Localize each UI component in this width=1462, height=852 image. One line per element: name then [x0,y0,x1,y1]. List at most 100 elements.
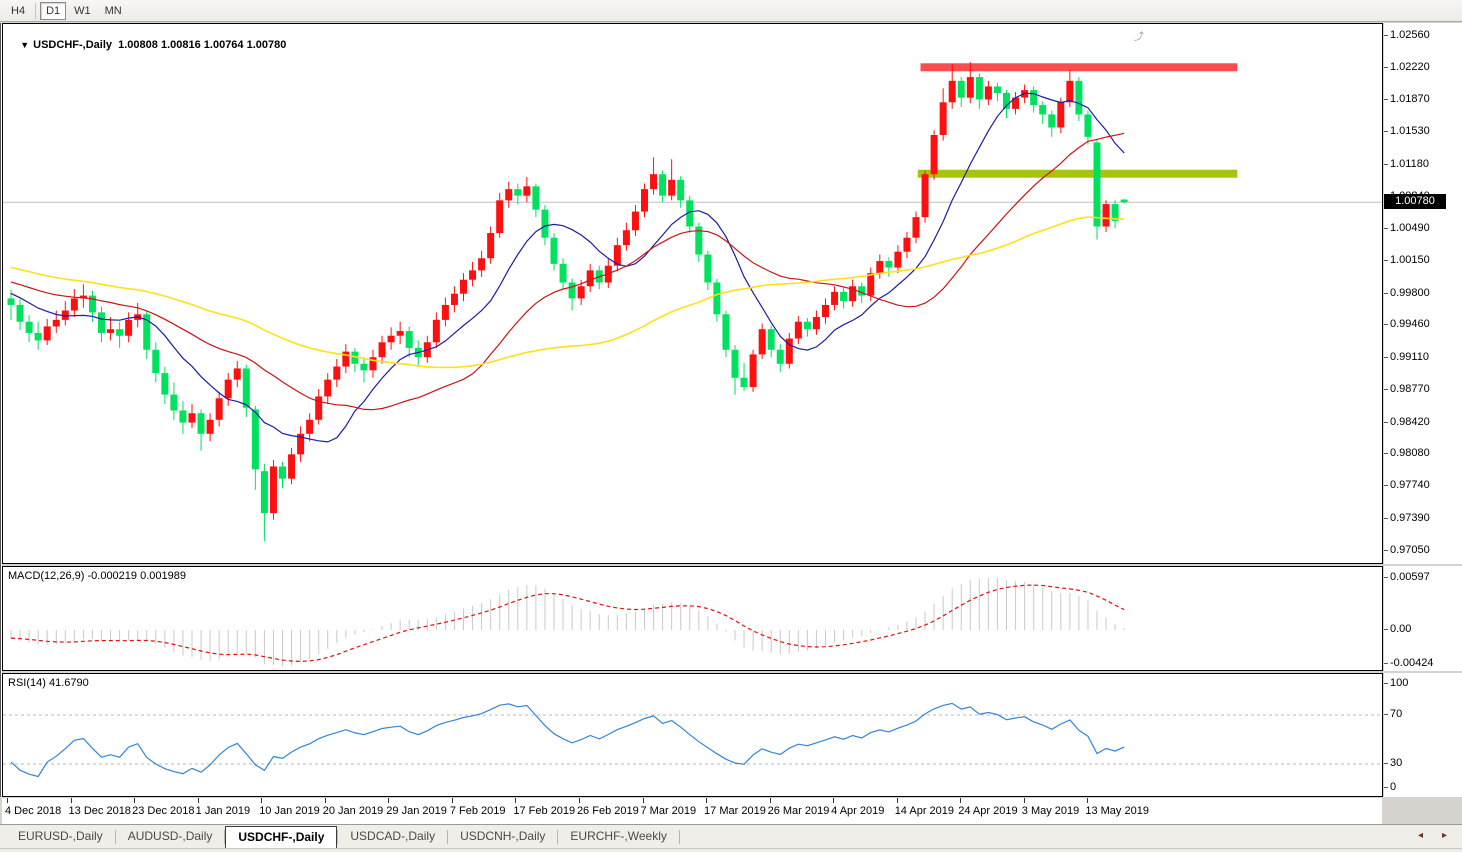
candle [1066,80,1074,103]
chart-tab-usdcad-daily[interactable]: USDCAD-,Daily [338,826,447,848]
price-axis-label: 1.02560 [1384,29,1430,41]
moving-average-fast [10,92,1125,443]
price-axis-label: 0.97740 [1384,479,1430,492]
price-axis: 1.00780 1.02560 1.02220 1.01870 1.01530 1.01… [1384,23,1462,564]
date-label: 17 Feb 2019 [513,805,576,817]
candle [1030,90,1038,106]
current-price-badge: 1.00780 [1384,194,1446,210]
rsi-panel: RSI(14) 41.6790 [2,673,1383,797]
macd-axis-label: 0.00 [1383,623,1412,635]
candle [333,366,341,380]
candle [161,373,169,395]
candle [939,102,947,135]
candle [659,174,667,196]
chart-tab-eurchf-weekly[interactable]: EURCHF-,Weekly [558,826,678,848]
candle [450,293,458,305]
candle [822,304,829,318]
candle [125,319,133,336]
candle [641,189,648,212]
candle [559,263,567,283]
candle [948,80,956,103]
candle [740,377,748,388]
candle [831,291,839,305]
chart-tab-bar: EURUSD-,Daily AUDUSD-,Daily USDCHF-,Daily U… [0,824,1462,852]
date-axis: 4 Dec 2018 13 Dec 2018 23 Dec 2018 1 Jan 20… [2,798,1382,824]
date-label: 26 Mar 2019 [767,805,830,817]
date-label: 13 May 2019 [1085,805,1149,817]
chart-tab-audusd-daily[interactable]: AUDUSD-,Daily [116,826,225,848]
candle [622,230,630,246]
date-tick [7,798,8,803]
candle [650,174,658,190]
date-label: 10 Jan 2019 [259,805,320,817]
price-axis-label: 0.97390 [1384,511,1430,524]
rsi-axis-label: 30 [1383,757,1403,769]
chart-title: ▼ USDCHF-,Daily 1.00808 1.00816 1.00764 1… [8,27,286,63]
macd-axis-label: 0.00597 [1384,571,1430,583]
price-axis-label: 1.01870 [1384,93,1430,106]
candle [1039,105,1047,115]
candle [469,270,477,280]
candle [767,329,775,350]
candle [803,321,811,330]
candle [885,261,893,268]
date-tick [706,798,708,803]
rsi-line [10,702,1125,778]
candle [668,179,676,196]
timeframe-button-h4[interactable]: H4 [5,2,31,20]
toolbar-separator [35,2,37,19]
candle [1084,114,1092,137]
timeframe-toolbar: H4 D1 W1 MN [0,0,1462,22]
price-axis-label: 1.01530 [1384,125,1430,138]
candle [16,304,24,322]
rsi-chart [3,702,1382,778]
timeframe-button-mn[interactable]: MN [99,2,128,20]
candle [912,217,920,238]
candle [152,349,160,374]
candle [993,86,1001,93]
chart-tab-usdcnh-daily[interactable]: USDCNH-,Daily [448,826,557,848]
price-axis-label: 1.02220 [1384,60,1430,73]
candle [722,314,730,350]
candle [523,186,531,196]
tab-separator [678,830,680,844]
candle [34,332,42,341]
candle [179,410,187,423]
date-label: 13 Dec 2018 [68,805,131,817]
candle [867,273,875,296]
candle [215,398,223,420]
candlestick-chart [3,62,1382,542]
chart-symbol-label: USDCHF-,Daily [33,39,112,51]
date-tick [388,798,390,803]
candle [260,471,268,514]
candle [858,286,866,296]
resistance-band[interactable] [920,63,1238,72]
candle [577,286,585,299]
date-tick [578,798,580,803]
candle [514,189,522,196]
date-label: 7 Feb 2019 [449,805,506,817]
candle [496,200,504,234]
tab-scroll-right-arrow[interactable]: ▸ [1442,830,1452,842]
chart-tab-usdchf-daily[interactable]: USDCHF-,Daily [225,826,338,848]
candle [242,368,250,408]
tabbar-underline [0,848,1462,849]
candle [586,270,594,287]
candle [233,368,241,380]
chart-dropdown-caret[interactable]: ▼ [20,40,29,50]
timeframe-button-w1[interactable]: W1 [68,2,97,20]
price-axis-label: 0.99460 [1384,318,1430,331]
macd-panel: MACD(12,26,9) -0.000219 0.001989 [2,566,1383,671]
date-tick [1023,798,1025,803]
candle [396,331,404,336]
chart-tab-eurusd-daily[interactable]: EURUSD-,Daily [6,826,115,848]
candle [704,254,712,283]
candle [306,419,314,434]
candle [840,291,848,302]
price-axis-label: 1.00490 [1384,222,1430,235]
timeframe-button-d1[interactable]: D1 [40,1,67,20]
candle [1093,142,1101,227]
candle [170,394,178,411]
date-tick [324,798,326,803]
tab-scroll-left-arrow[interactable]: ◂ [1418,830,1428,842]
